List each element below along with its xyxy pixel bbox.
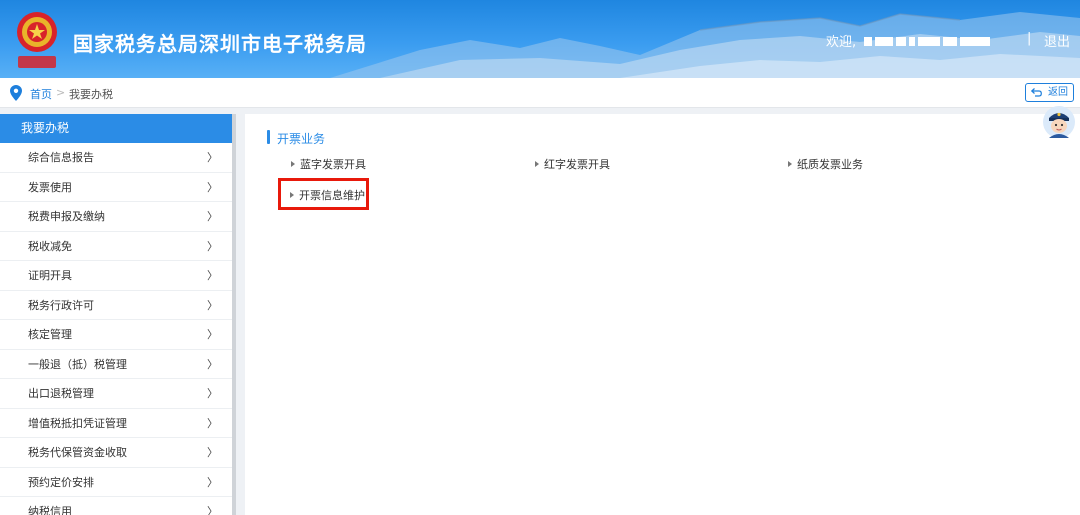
- link-label: 纸质发票业务: [797, 158, 863, 171]
- assistant-avatar-icon[interactable]: [1043, 106, 1075, 138]
- back-button[interactable]: 返回: [1025, 83, 1074, 102]
- link-label: 红字发票开具: [544, 158, 610, 171]
- sidebar-item-tax-credit[interactable]: 纳税信用 〉: [0, 497, 232, 515]
- sidebar-title: 我要办税: [0, 114, 232, 143]
- chevron-right-icon: 〉: [207, 239, 218, 253]
- back-button-label: 返回: [1048, 87, 1068, 98]
- breadcrumb-separator: >: [56, 86, 66, 99]
- chevron-right-icon: 〉: [207, 505, 218, 515]
- sidebar-item-label: 发票使用: [28, 180, 72, 194]
- logout-link[interactable]: 退出: [1044, 31, 1070, 50]
- breadcrumb-current: 我要办税: [69, 88, 113, 101]
- sidebar-item-admin-license[interactable]: 税务行政许可 〉: [0, 291, 232, 320]
- breadcrumb-home-link[interactable]: 首页: [30, 86, 52, 102]
- back-arrow-icon: [1031, 88, 1042, 97]
- sidebar-item-assessment[interactable]: 核定管理 〉: [0, 320, 232, 350]
- link-label: 蓝字发票开具: [300, 158, 366, 171]
- sidebar-item-label: 出口退税管理: [28, 387, 94, 400]
- sidebar-item-comprehensive-report[interactable]: 综合信息报告 〉: [0, 143, 232, 173]
- chevron-right-icon: 〉: [207, 357, 218, 371]
- sidebar-item-invoice-usage[interactable]: 发票使用 〉: [0, 173, 232, 202]
- sidebar-item-refund[interactable]: 一般退（抵）税管理 〉: [0, 350, 232, 379]
- sidebar-item-tax-relief[interactable]: 税收减免 〉: [0, 232, 232, 261]
- sidebar-item-label: 税费申报及缴纳: [28, 210, 105, 223]
- triangle-right-icon: [788, 161, 792, 167]
- chevron-right-icon: 〉: [207, 475, 218, 489]
- welcome-text: 欢迎,: [826, 35, 857, 50]
- breadcrumb: 首页 > 我要办税 返回: [0, 78, 1080, 108]
- sidebar-item-label: 综合信息报告: [28, 151, 94, 164]
- sidebar-item-tax-filing[interactable]: 税费申报及缴纳 〉: [0, 202, 232, 232]
- sidebar-item-export-refund[interactable]: 出口退税管理 〉: [0, 379, 232, 409]
- sidebar-item-label: 税务代保管资金收取: [28, 446, 127, 459]
- sidebar: 我要办税 综合信息报告〉 发票使用〉 税费申报及缴纳〉 税收减免〉 证明开具〉 …: [0, 114, 232, 515]
- section-marker: [267, 130, 270, 144]
- sidebar-item-label: 一般退（抵）税管理: [28, 357, 127, 371]
- blue-invoice-issue-link[interactable]: 蓝字发票开具: [291, 156, 366, 172]
- sidebar-item-label: 税务行政许可: [28, 298, 94, 312]
- chevron-right-icon: 〉: [207, 416, 218, 430]
- chevron-right-icon: 〉: [207, 328, 218, 341]
- paper-invoice-link[interactable]: 纸质发票业务: [788, 156, 863, 172]
- sidebar-item-label: 预约定价安排: [28, 475, 94, 489]
- sidebar-item-vat-deduction[interactable]: 增值税抵扣凭证管理 〉: [0, 409, 232, 438]
- sidebar-item-advance-pricing[interactable]: 预约定价安排 〉: [0, 468, 232, 497]
- main-panel: 开票业务 蓝字发票开具 红字发票开具 纸质发票业务 开票信息维护: [245, 114, 1080, 515]
- chevron-right-icon: 〉: [207, 446, 218, 459]
- chevron-right-icon: 〉: [207, 210, 218, 223]
- chevron-right-icon: 〉: [207, 387, 218, 400]
- sidebar-item-custody-funds[interactable]: 税务代保管资金收取 〉: [0, 438, 232, 468]
- top-header: 国家税务总局深圳市电子税务局 欢迎, | 退出: [0, 0, 1080, 78]
- chevron-right-icon: 〉: [207, 298, 218, 312]
- sidebar-item-label: 证明开具: [28, 269, 72, 282]
- sidebar-item-label: 税收减免: [28, 239, 72, 253]
- chevron-right-icon: 〉: [207, 269, 218, 282]
- sidebar-item-certificates[interactable]: 证明开具 〉: [0, 261, 232, 291]
- red-invoice-issue-link[interactable]: 红字发票开具: [535, 156, 610, 172]
- site-title: 国家税务总局深圳市电子税务局: [73, 32, 367, 56]
- username-redacted: [864, 31, 1014, 46]
- section-title: 开票业务: [277, 132, 326, 146]
- sidebar-scrollbar[interactable]: [232, 114, 236, 515]
- sidebar-item-label: 纳税信用: [28, 505, 72, 515]
- chevron-right-icon: 〉: [207, 151, 218, 164]
- highlight-box: [278, 178, 369, 210]
- sidebar-item-label: 核定管理: [28, 328, 72, 341]
- triangle-right-icon: [291, 161, 295, 167]
- sidebar-item-label: 增值税抵扣凭证管理: [28, 416, 127, 430]
- header-separator: |: [1027, 31, 1032, 46]
- location-pin-icon: [10, 85, 22, 101]
- chevron-right-icon: 〉: [207, 180, 218, 194]
- triangle-right-icon: [535, 161, 539, 167]
- tax-emblem-icon: [17, 12, 57, 68]
